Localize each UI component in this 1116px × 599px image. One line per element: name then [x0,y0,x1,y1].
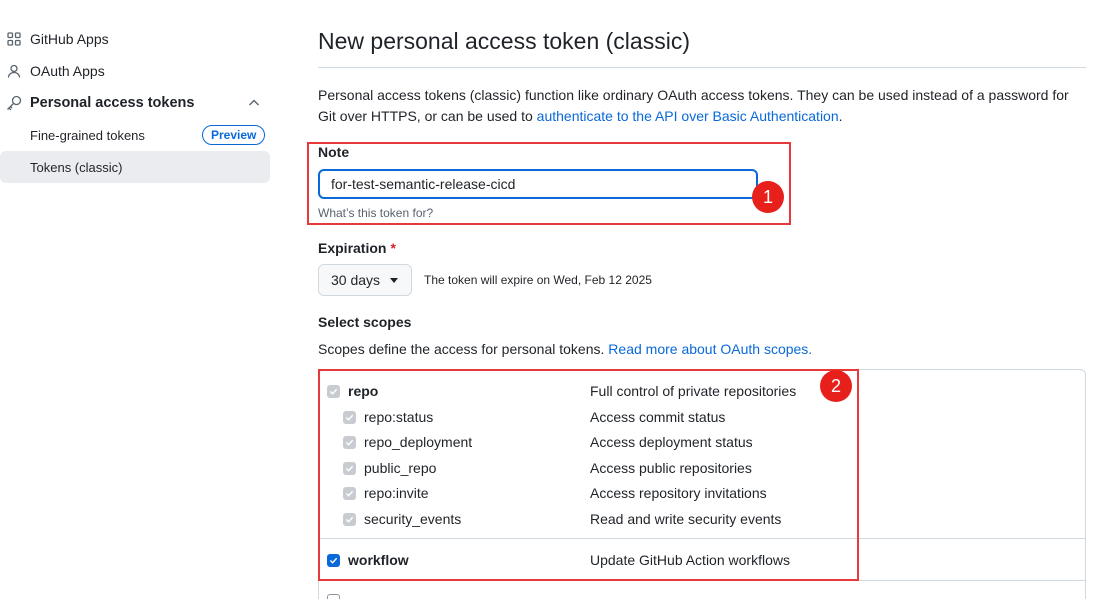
sidebar-item-personal-access-tokens[interactable]: Personal access tokens [0,87,194,119]
settings-sidebar: GitHub Apps OAuth Apps Personal access t… [0,0,272,599]
select-scopes-label: Select scopes [318,314,412,330]
annotation-box-2 [318,369,859,581]
annotation-box-1 [307,142,791,225]
chevron-up-icon[interactable] [246,95,262,111]
oauth-scopes-link[interactable]: Read more about OAuth scopes. [608,341,812,357]
expiration-selected: 30 days [331,272,381,288]
expiration-select[interactable]: 30 days [318,264,412,296]
person-icon [6,63,22,79]
required-mark: * [390,240,396,256]
description-end: . [838,108,843,124]
scopes-description: Scopes define the access for personal to… [318,341,812,357]
sidebar-item-label: OAuth Apps [30,63,105,79]
sidebar-item-label: Tokens (classic) [30,159,123,175]
sidebar-item-label: GitHub Apps [30,31,109,47]
annotation-marker-2: 2 [820,370,852,402]
sidebar-item-label: Personal access tokens [30,95,195,111]
sidebar-item-github-apps[interactable]: GitHub Apps [0,23,109,55]
key-icon [6,95,22,111]
sidebar-item-fine-grained-tokens[interactable]: Fine-grained tokens [0,119,145,151]
apps-grid-icon [6,31,22,47]
sidebar-item-label: Fine-grained tokens [30,127,145,143]
caret-down-icon [390,277,399,283]
sidebar-item-oauth-apps[interactable]: OAuth Apps [0,55,105,87]
expiration-label: Expiration * [318,240,396,256]
page-title: New personal access token (classic) [318,28,690,54]
page-description: Personal access tokens (classic) functio… [318,85,1088,127]
basic-auth-link[interactable]: authenticate to the API over Basic Authe… [537,108,839,124]
title-divider [318,67,1086,68]
sidebar-item-tokens-classic[interactable]: Tokens (classic) [0,151,270,183]
expiration-label-text: Expiration [318,240,387,256]
annotation-marker-1: 1 [752,181,784,213]
checkbox-unchecked-icon[interactable] [327,594,340,599]
expiration-note: The token will expire on Wed, Feb 12 202… [424,273,652,287]
preview-badge: Preview [202,125,266,145]
scopes-description-text: Scopes define the access for personal to… [318,341,605,357]
